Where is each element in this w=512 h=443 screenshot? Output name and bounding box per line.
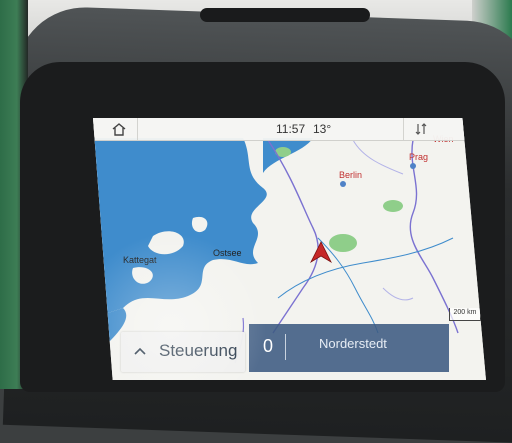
road-panel-divider <box>285 334 286 360</box>
map-label-ostsee: Ostsee <box>213 248 242 258</box>
map-label-berlin: Berlin <box>339 170 363 180</box>
chevron-up-icon <box>134 347 146 355</box>
infotainment-screen: Berlin Prag Wien Kattegat Ostsee 200 km … <box>93 118 486 380</box>
road-number: 0 <box>263 336 274 356</box>
clock: 11:57 <box>276 122 306 136</box>
dashboard-vent-slot <box>200 8 370 22</box>
home-icon[interactable] <box>111 122 127 136</box>
status-bar: 11:57 13° <box>93 118 486 141</box>
map-label-kattegat: Kattegat <box>123 255 157 265</box>
status-bar-divider <box>403 118 404 140</box>
outside-temperature: 13° <box>313 122 332 136</box>
current-road-panel[interactable]: 0 Norderstedt <box>249 324 449 372</box>
status-bar-divider <box>137 118 138 140</box>
street-name: Norderstedt <box>319 336 387 351</box>
navigation-arrows-icon[interactable] <box>415 122 427 136</box>
steuerung-button[interactable]: Steuerung <box>121 332 245 372</box>
map-scale: 200 km <box>449 308 481 321</box>
steuerung-label: Steuerung <box>159 341 238 360</box>
map-label-prag: Prag <box>409 152 429 162</box>
